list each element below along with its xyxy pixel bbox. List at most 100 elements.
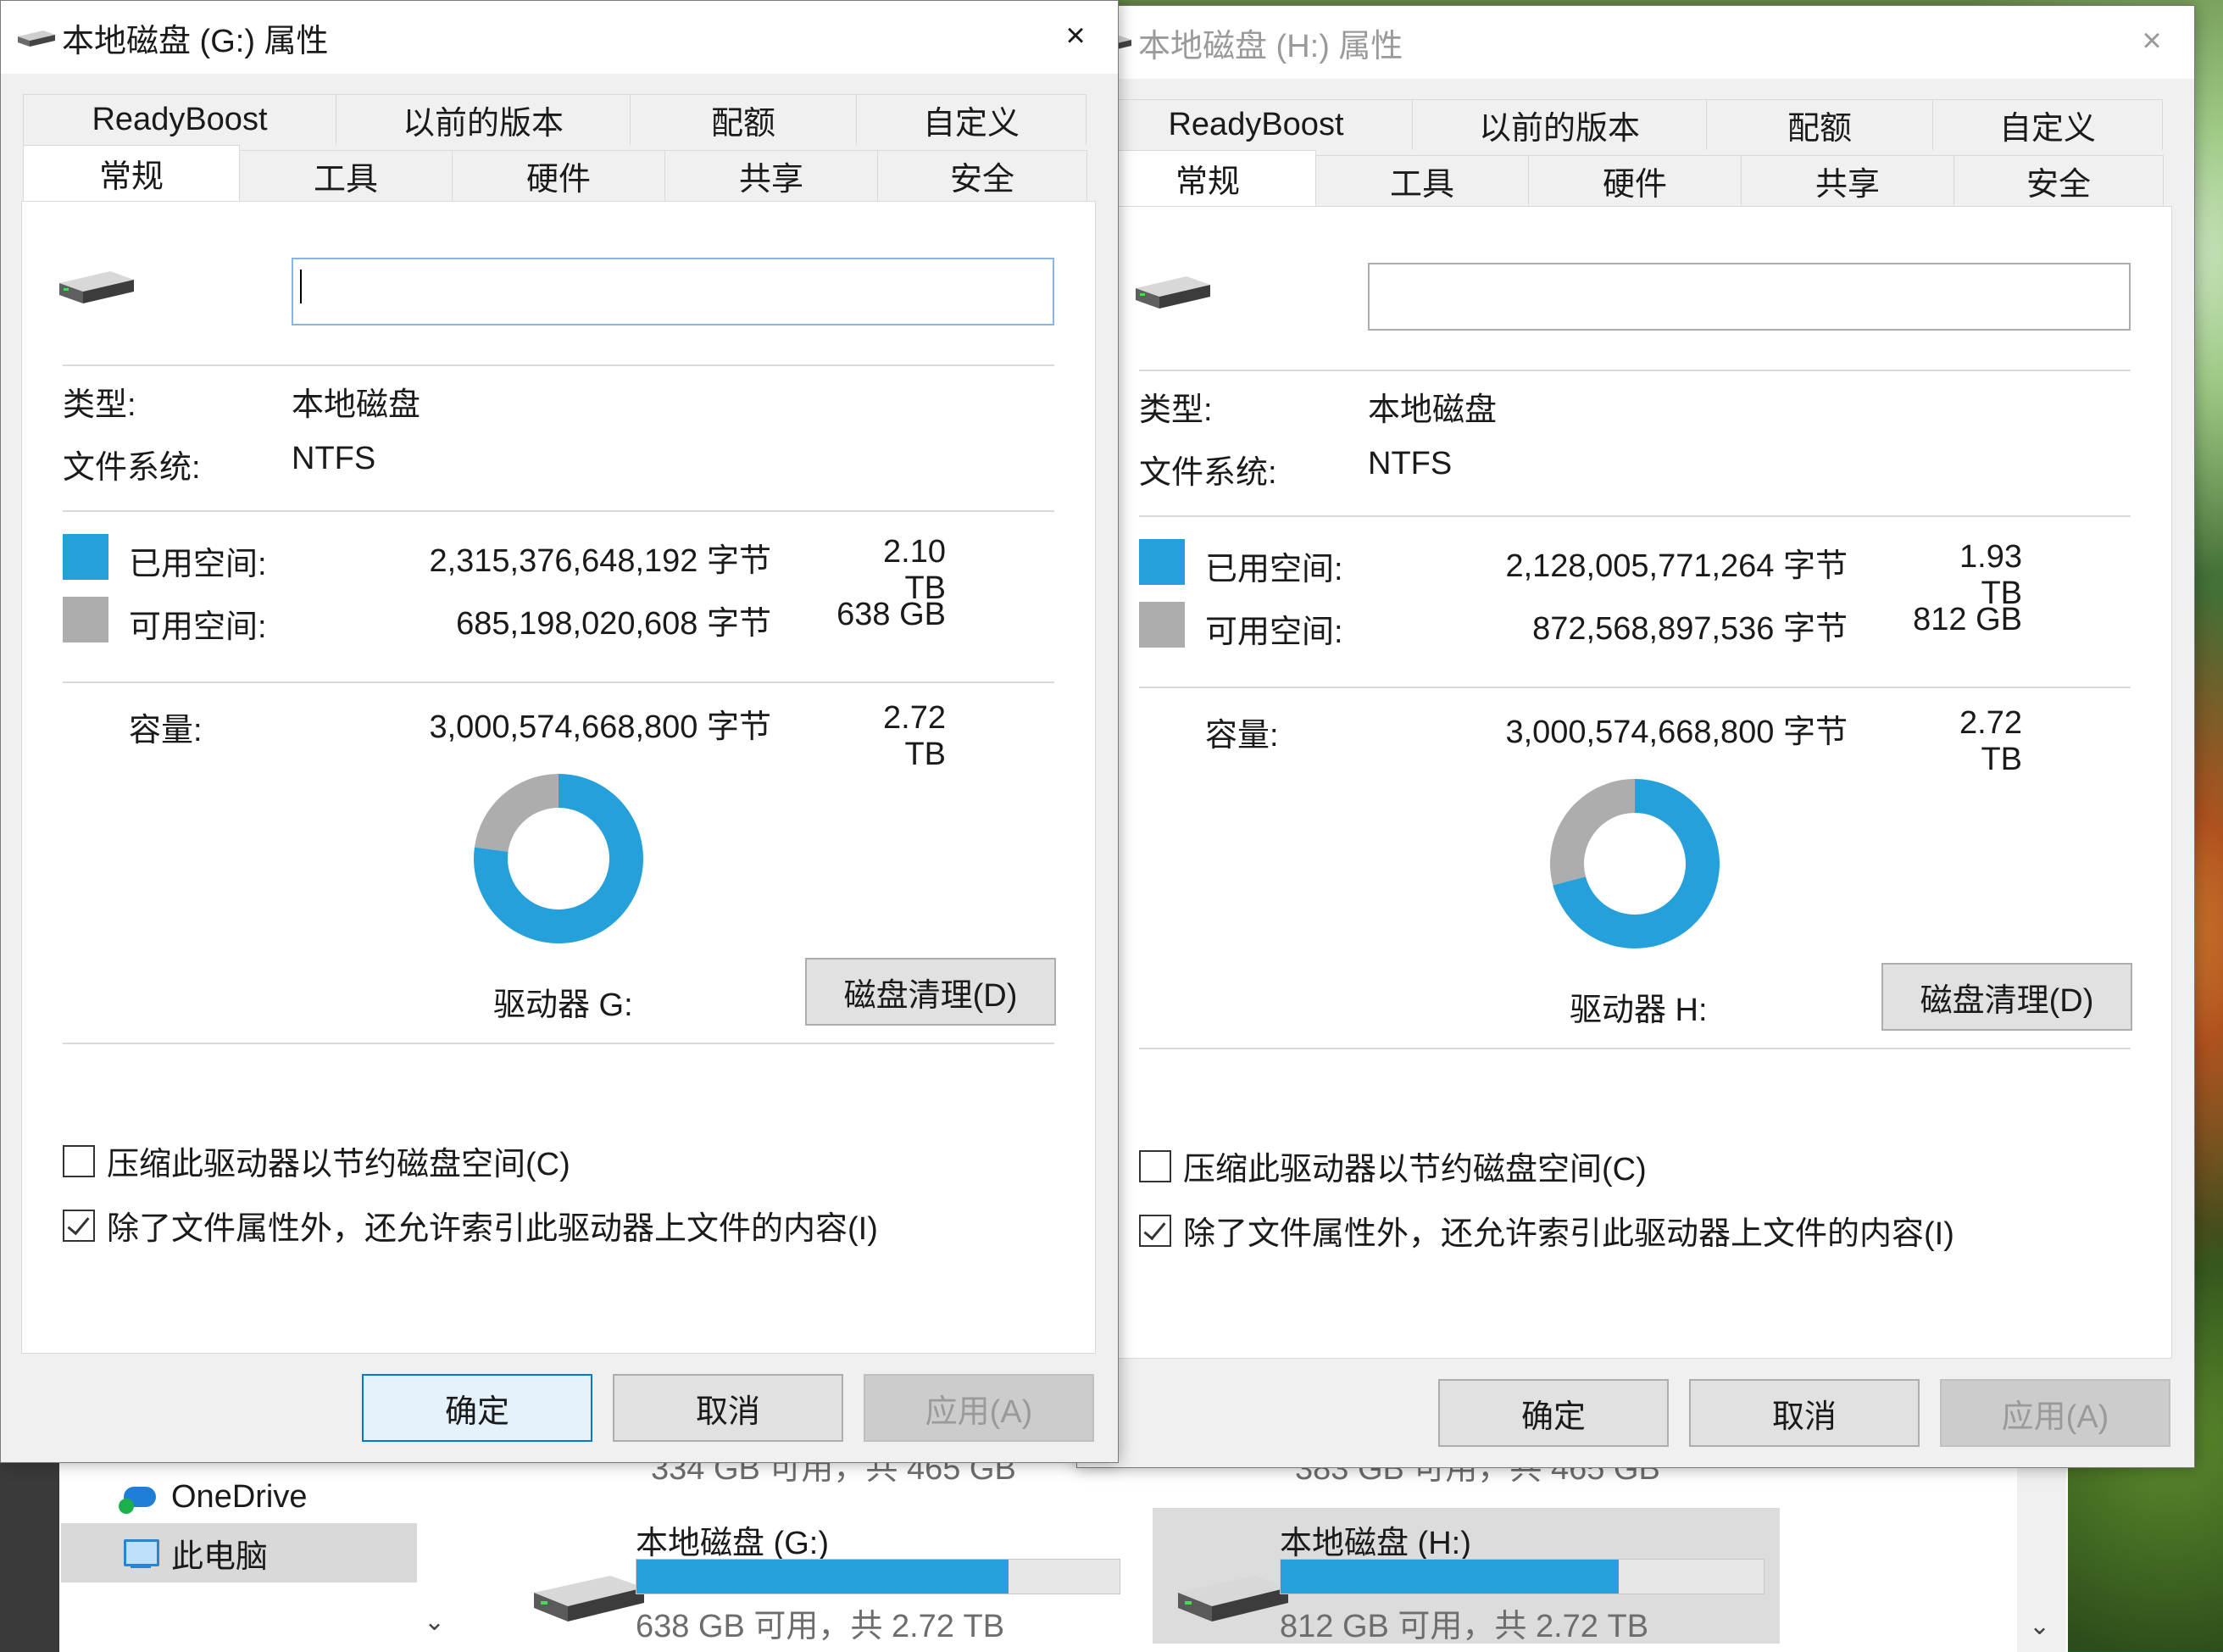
nav-item-onedrive[interactable]: OneDrive [61, 1467, 417, 1527]
apply-button[interactable]: 应用(A) [1940, 1379, 2170, 1447]
close-button[interactable]: × [1050, 14, 1101, 57]
drive-usage-bar [1280, 1559, 1765, 1594]
tab-readyboost[interactable]: ReadyBoost [1099, 99, 1413, 150]
filesystem-value: NTFS [1368, 446, 1453, 481]
used-space-bytes: 2,128,005,771,264 字节 [1505, 548, 1848, 584]
title-bar: 本地磁盘 (G:) 属性 × [1, 1, 1118, 74]
tab-row-bottom: 常规 工具 硬件 共享 安全 [23, 145, 1087, 201]
drive-usage-bar [636, 1559, 1120, 1594]
text-caret [300, 270, 302, 303]
separator [63, 681, 1054, 683]
drive-tile-h[interactable]: 本地磁盘 (H:) 812 GB 可用，共 2.72 TB [1153, 1508, 1780, 1644]
tab-previous-versions[interactable]: 以前的版本 [336, 94, 631, 145]
tab-hardware[interactable]: 硬件 [452, 150, 665, 201]
separator [1139, 515, 2131, 517]
drive-tile-g[interactable]: 本地磁盘 (G:) 638 GB 可用，共 2.72 TB [509, 1508, 1153, 1644]
free-space-slice [1550, 779, 1635, 886]
used-space-swatch [1139, 539, 1185, 585]
tab-general[interactable]: 常规 [1099, 150, 1316, 206]
nav-item-label: 此电脑 [171, 1538, 269, 1575]
chevron-down-icon[interactable]: ⌄ [2029, 1611, 2050, 1641]
used-space-swatch [63, 534, 108, 580]
disk-cleanup-button[interactable]: 磁盘清理(D) [1881, 963, 2132, 1031]
compress-drive-option[interactable]: 压缩此驱动器以节约磁盘空间(C) [63, 1137, 570, 1184]
type-label: 类型: [1139, 392, 1213, 428]
hard-drive-icon [59, 271, 134, 303]
ok-button[interactable]: 确定 [362, 1374, 592, 1442]
separator [1139, 687, 2131, 688]
index-checkbox[interactable] [63, 1209, 95, 1242]
tab-previous-versions[interactable]: 以前的版本 [1412, 99, 1707, 150]
separator [63, 510, 1054, 512]
tab-tools[interactable]: 工具 [239, 150, 453, 201]
hard-drive-icon [18, 31, 55, 47]
tab-sharing[interactable]: 共享 [664, 150, 878, 201]
close-button[interactable]: × [2126, 19, 2177, 62]
free-space-size: 812 GB [1913, 602, 2022, 637]
volume-name-input[interactable] [1368, 263, 2131, 331]
free-space-label: 可用空间: [129, 609, 267, 645]
drive-free-text: 812 GB 可用，共 2.72 TB [1280, 1609, 1649, 1644]
type-value: 本地磁盘 [1368, 392, 1498, 428]
free-space-bytes: 872,568,897,536 字节 [1532, 611, 1848, 647]
tab-row-bottom: 常规 工具 硬件 共享 安全 [1099, 150, 2164, 206]
nav-item-this-pc[interactable]: 此电脑 [61, 1523, 417, 1582]
free-space-label: 可用空间: [1205, 615, 1343, 650]
cancel-button[interactable]: 取消 [613, 1374, 843, 1442]
free-space-swatch [1139, 602, 1185, 648]
properties-dialog-h[interactable]: 本地磁盘 (H:) 属性 × ReadyBoost 以前的版本 配额 自定义 常… [1076, 5, 2195, 1468]
compress-label: 压缩此驱动器以节约磁盘空间(C) [1183, 1152, 1647, 1188]
left-edge [0, 1433, 59, 1652]
cancel-button[interactable]: 取消 [1689, 1379, 1920, 1447]
tab-readyboost[interactable]: ReadyBoost [23, 94, 336, 145]
index-contents-option[interactable]: 除了文件属性外，还允许索引此驱动器上文件的内容(I) [1139, 1207, 1954, 1254]
compress-label: 压缩此驱动器以节约磁盘空间(C) [107, 1147, 570, 1182]
title-bar: 本地磁盘 (H:) 属性 × [1077, 6, 2194, 79]
volume-name-input[interactable] [292, 258, 1054, 325]
capacity-size: 2.72 TB [883, 700, 946, 772]
filesystem-value: NTFS [292, 441, 376, 476]
hard-drive-icon [534, 1576, 644, 1621]
separator [1139, 1048, 2131, 1049]
apply-button[interactable]: 应用(A) [864, 1374, 1094, 1442]
separator [1139, 370, 2131, 371]
compress-checkbox[interactable] [1139, 1149, 1171, 1182]
tab-quota[interactable]: 配额 [1706, 99, 1933, 150]
used-space-label: 已用空间: [1205, 552, 1343, 587]
hard-drive-icon [1178, 1576, 1288, 1621]
this-pc-icon [120, 1536, 159, 1570]
tab-general[interactable]: 常规 [23, 145, 240, 201]
disk-cleanup-button[interactable]: 磁盘清理(D) [805, 958, 1056, 1026]
index-contents-option[interactable]: 除了文件属性外，还允许索引此驱动器上文件的内容(I) [63, 1202, 878, 1249]
properties-dialog-g[interactable]: 本地磁盘 (G:) 属性 × ReadyBoost 以前的版本 配额 自定义 常… [0, 0, 1119, 1463]
capacity-bytes: 3,000,574,668,800 字节 [429, 709, 771, 745]
tab-customize[interactable]: 自定义 [856, 94, 1086, 145]
drive-letter-label: 驱动器 H: [1570, 993, 1708, 1028]
nav-item-label: OneDrive [171, 1478, 308, 1515]
filesystem-label: 文件系统: [1139, 455, 1277, 491]
tab-customize[interactable]: 自定义 [1932, 99, 2163, 150]
tab-sharing[interactable]: 共享 [1741, 155, 1954, 206]
index-checkbox[interactable] [1139, 1214, 1171, 1247]
tab-row-top: ReadyBoost 以前的版本 配额 自定义 [23, 94, 1086, 145]
used-space-label: 已用空间: [129, 547, 267, 582]
compress-drive-option[interactable]: 压缩此驱动器以节约磁盘空间(C) [1139, 1143, 1647, 1189]
compress-checkbox[interactable] [63, 1144, 95, 1177]
tab-hardware[interactable]: 硬件 [1528, 155, 1742, 206]
navigation-pane: OneDrive 此电脑 ⌄ [0, 1433, 445, 1652]
tab-tools[interactable]: 工具 [1315, 155, 1529, 206]
separator [63, 1043, 1054, 1044]
window-title: 本地磁盘 (G:) 属性 [62, 24, 329, 59]
tab-quota[interactable]: 配额 [630, 94, 857, 145]
general-tab-panel: 类型: 本地磁盘 文件系统: NTFS 已用空间: 2,128,005,771,… [1098, 206, 2172, 1359]
capacity-size: 2.72 TB [1959, 705, 2022, 777]
free-space-bytes: 685,198,020,608 字节 [456, 606, 771, 642]
drive-usage-fill [636, 1560, 1009, 1594]
tab-security[interactable]: 安全 [877, 150, 1087, 201]
drive-name: 本地磁盘 (G:) [636, 1526, 829, 1561]
tab-security[interactable]: 安全 [1953, 155, 2164, 206]
hard-drive-icon [1136, 276, 1210, 309]
ok-button[interactable]: 确定 [1438, 1379, 1669, 1447]
chevron-down-icon[interactable]: ⌄ [424, 1607, 445, 1637]
used-space-bytes: 2,315,376,648,192 字节 [429, 543, 771, 579]
